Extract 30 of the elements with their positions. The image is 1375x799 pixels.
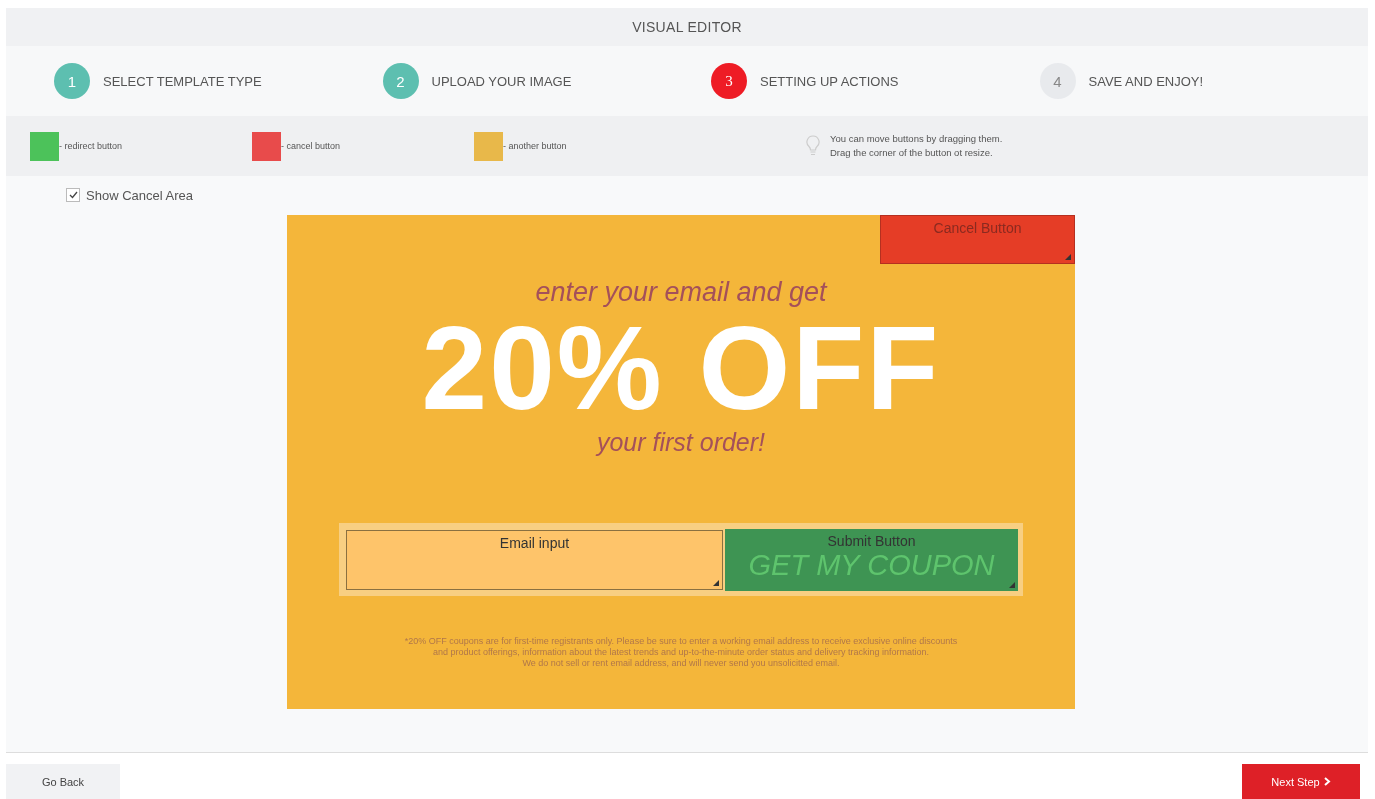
- legend-label: - redirect button: [59, 141, 123, 151]
- checkbox-label: Show Cancel Area: [86, 187, 193, 203]
- resize-handle-icon[interactable]: [1009, 581, 1015, 588]
- step-label: SELECT TEMPLATE TYPE: [103, 73, 262, 89]
- step-number: 2: [382, 63, 419, 99]
- headline-text: 20% OFF: [421, 308, 941, 428]
- action-label: Submit Button: [827, 532, 916, 549]
- step-number: 1: [54, 63, 90, 99]
- page-title: VISUAL EDITOR: [632, 19, 742, 35]
- intro-text: enter your email and get: [535, 277, 827, 308]
- step-label: SETTING UP ACTIONS: [760, 73, 899, 89]
- action-label: Cancel Button: [933, 220, 1022, 238]
- legend-label: - another button: [503, 141, 567, 151]
- chevron-right-icon: [1323, 777, 1331, 786]
- legend-label: - cancel button: [281, 141, 341, 151]
- resize-handle-icon[interactable]: [1065, 254, 1071, 260]
- checkbox[interactable]: [66, 188, 80, 202]
- subline-text: your first order!: [596, 428, 766, 457]
- next-step-button[interactable]: Next Step: [1242, 764, 1360, 799]
- email-input-area[interactable]: Email input: [346, 529, 723, 590]
- go-back-button[interactable]: Go Back: [6, 764, 120, 799]
- lightbulb-icon: [806, 135, 820, 157]
- hint-text: You can move buttons by dragging them. Drag the corner of the button ot resize.: [830, 132, 1003, 160]
- step-number: 3: [711, 63, 747, 99]
- step-number: 4: [1039, 63, 1076, 99]
- action-label: Email input: [499, 534, 570, 553]
- step-label: UPLOAD YOUR IMAGE: [431, 73, 572, 89]
- resize-handle-icon[interactable]: [713, 579, 719, 586]
- disclaimer-text: and product offerings, information about the latest trends and up-to-the-minute order status and delivery tracking information.: [432, 647, 930, 658]
- step-label: SAVE AND ENJOY!: [1088, 73, 1204, 89]
